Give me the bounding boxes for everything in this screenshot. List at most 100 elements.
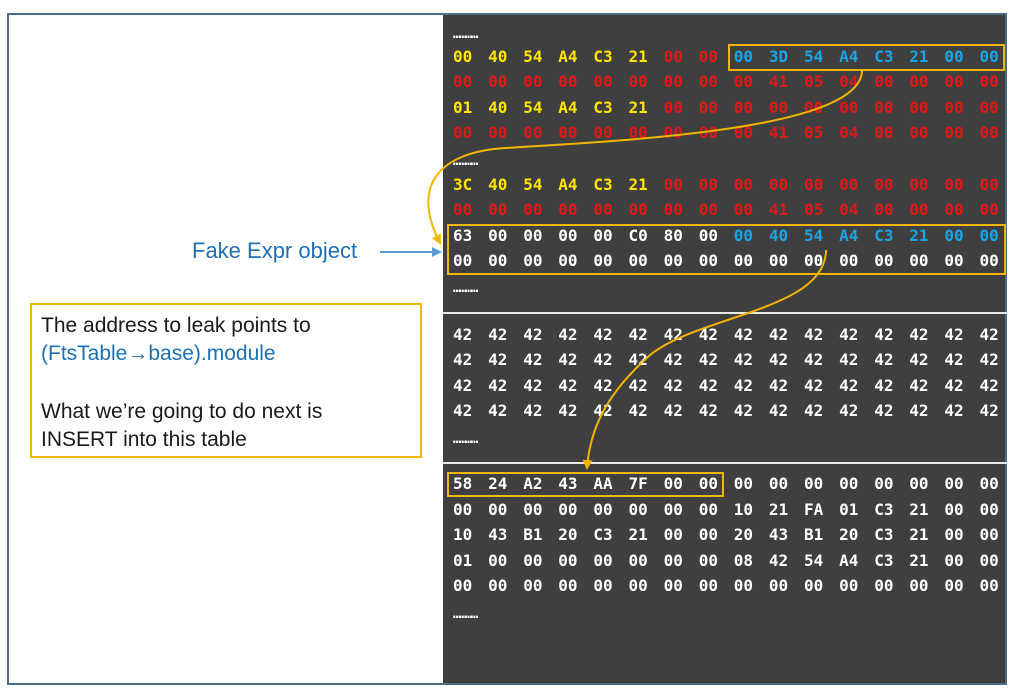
hex-byte: 00 (698, 98, 718, 117)
hex-byte: 42 (593, 401, 613, 420)
hex-byte: 40 (488, 98, 508, 117)
hex-byte: 42 (733, 350, 754, 369)
hex-byte: 00 (733, 72, 754, 91)
hex-byte: 00 (944, 474, 964, 493)
hex-byte: 00 (523, 500, 543, 519)
hex-byte: 00 (558, 200, 578, 219)
hex-row: 01 00 00 00 00 00 00 00 08 42 54 A4 C3 21 00 00 (453, 549, 1013, 573)
hex-byte: 00 (453, 500, 473, 519)
hex-row: 42 42 42 42 42 42 42 42 42 42 42 42 42 42 42 42 (453, 348, 1013, 372)
hex-byte: 21 (909, 551, 929, 570)
hex-byte: 00 (663, 551, 683, 570)
hex-byte: 42 (944, 350, 964, 369)
hex-byte: 21 (909, 500, 929, 519)
hex-byte: 42 (593, 350, 613, 369)
hex-byte: 04 (839, 200, 859, 219)
hex-byte: 00 (698, 47, 718, 66)
hex-byte: 00 (944, 551, 964, 570)
hex-byte: 00 (979, 72, 999, 91)
hex-byte: 00 (698, 576, 718, 595)
hex-byte: 00 (733, 576, 754, 595)
hex-byte: 42 (628, 401, 648, 420)
hex-byte: 00 (593, 200, 613, 219)
hex-byte: 00 (909, 98, 929, 117)
hex-byte: 00 (628, 500, 648, 519)
hex-byte: 00 (979, 200, 999, 219)
hex-byte: 00 (488, 500, 508, 519)
hex-row: 10 43 B1 20 C3 21 00 00 20 43 B1 20 C3 21 00 00 (453, 523, 1013, 547)
hex-byte: 00 (523, 551, 543, 570)
ellipsis: ………… (453, 432, 478, 447)
hex-byte: 54 (804, 551, 824, 570)
note-line: The address to leak points to (41, 314, 311, 337)
hex-byte: 42 (733, 401, 754, 420)
hex-byte: 42 (523, 325, 543, 344)
hex-byte: 00 (804, 98, 824, 117)
hex-byte: 00 (453, 47, 473, 66)
hex-byte: 42 (593, 376, 613, 395)
ellipsis: ………… (453, 607, 478, 622)
hex-byte: 00 (523, 123, 543, 142)
hex-byte: 42 (944, 376, 964, 395)
hex-row: 42 42 42 42 42 42 42 42 42 42 42 42 42 42 42 42 (453, 374, 1013, 398)
hex-byte: 00 (558, 123, 578, 142)
hex-byte: 42 (979, 401, 999, 420)
hex-byte: 3C (453, 175, 473, 194)
hex-byte: A4 (558, 175, 578, 194)
hex-byte: 43 (768, 525, 789, 544)
hex-byte: 42 (979, 350, 999, 369)
hex-byte: 00 (593, 123, 613, 142)
hex-byte: C3 (593, 47, 613, 66)
hex-byte: 42 (909, 401, 929, 420)
hex-byte: 00 (523, 576, 543, 595)
hex-byte: 42 (663, 376, 683, 395)
hex-byte: 20 (839, 525, 859, 544)
hex-byte: 00 (628, 123, 648, 142)
hex-byte: 42 (839, 376, 859, 395)
hex-byte: 42 (979, 376, 999, 395)
note-line: INSERT into this table (41, 428, 247, 451)
hex-byte: 00 (909, 200, 929, 219)
hex-byte: 42 (909, 376, 929, 395)
hex-byte: A4 (558, 98, 578, 117)
fake-expr-highlight (447, 224, 1006, 275)
note-box: The address to leak points to (FtsTable→… (30, 303, 422, 458)
hex-byte: 00 (768, 474, 789, 493)
hex-byte: 42 (523, 350, 543, 369)
hex-byte: C3 (874, 551, 894, 570)
hex-byte: 42 (979, 325, 999, 344)
ellipsis: ………… (453, 27, 478, 42)
hex-row: 00 00 00 00 00 00 00 00 00 41 05 04 00 00 00 00 (453, 70, 1013, 94)
hex-byte: 21 (768, 500, 789, 519)
fake-expr-label: Fake Expr object (192, 238, 358, 263)
hex-byte: 54 (523, 175, 543, 194)
hex-byte: 00 (909, 474, 929, 493)
hex-byte: 00 (453, 123, 473, 142)
hex-byte: 00 (979, 98, 999, 117)
hex-byte: 00 (698, 500, 718, 519)
note-line: (FtsTable→base).module (41, 342, 276, 365)
hex-byte: 00 (488, 72, 508, 91)
hex-byte: 00 (628, 72, 648, 91)
hex-byte: 00 (663, 123, 683, 142)
hex-byte: 42 (453, 401, 473, 420)
hex-row: 00 00 00 00 00 00 00 00 00 00 00 00 00 00 00 00 (453, 574, 1013, 598)
hex-byte: 00 (698, 525, 718, 544)
hex-byte: 05 (804, 72, 824, 91)
hex-byte: 10 (453, 525, 473, 544)
hex-byte: 40 (488, 47, 508, 66)
hex-byte: 42 (944, 325, 964, 344)
hex-byte: 42 (558, 350, 578, 369)
hex-byte: 00 (839, 576, 859, 595)
hex-byte: 00 (909, 72, 929, 91)
hex-byte: 42 (698, 325, 718, 344)
hex-byte: 00 (909, 123, 929, 142)
hex-byte: 00 (979, 551, 999, 570)
hex-byte: 00 (874, 474, 894, 493)
hex-byte: 00 (874, 123, 894, 142)
hex-byte: 40 (488, 175, 508, 194)
hex-byte: 00 (944, 200, 964, 219)
hex-byte: 00 (874, 72, 894, 91)
leak-address-highlight (447, 472, 724, 497)
hex-byte: 00 (768, 175, 789, 194)
